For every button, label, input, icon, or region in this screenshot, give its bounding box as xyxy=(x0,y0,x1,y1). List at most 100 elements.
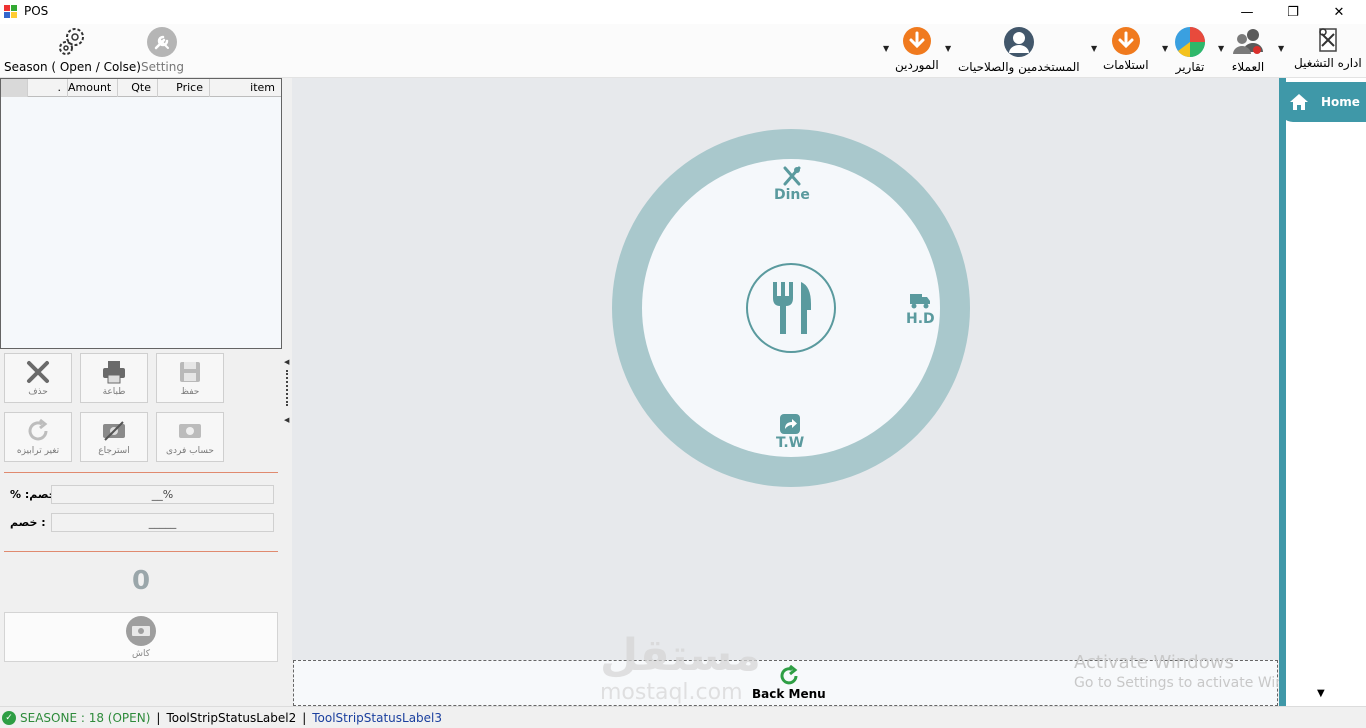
close-button[interactable]: ✕ xyxy=(1316,0,1362,24)
download-arrow-icon xyxy=(902,27,931,55)
suppliers-label: الموردين xyxy=(895,58,939,72)
check-icon: ✓ xyxy=(2,710,16,725)
truck-icon xyxy=(910,294,931,309)
amount-discount-label: خصم : xyxy=(10,516,46,529)
home-tab-label: Home xyxy=(1321,95,1360,109)
grid-col-price[interactable]: Price xyxy=(157,79,209,97)
home-icon xyxy=(1290,94,1308,110)
season-label: Season ( Open / Colse) xyxy=(4,60,141,74)
dine-option[interactable]: Dine xyxy=(774,165,810,203)
divider xyxy=(4,472,278,473)
save-button[interactable]: حفظ xyxy=(156,353,224,403)
percent-discount-label: % :خصم xyxy=(10,488,57,501)
divider xyxy=(4,551,278,552)
fork-spoon-icon xyxy=(783,166,801,186)
customers-label: العملاء xyxy=(1231,60,1265,74)
receipts-label: استلامات xyxy=(1103,58,1149,72)
users-permissions-button[interactable]: المستخدمين والصلاحيات xyxy=(958,26,1080,74)
setting-label: Setting xyxy=(141,60,184,74)
wrench-icon xyxy=(147,27,178,57)
x-icon xyxy=(27,361,49,383)
take-away-option[interactable]: T.W xyxy=(776,413,804,451)
status-separator: | xyxy=(156,710,161,725)
status-label-2: ToolStripStatusLabel2 xyxy=(166,710,297,725)
refund-button[interactable]: استرجاع xyxy=(80,412,148,462)
grid-header: . Amount Qte Price item xyxy=(1,79,281,97)
change-table-button[interactable]: تغير ترابيزه xyxy=(4,412,72,462)
minimize-button[interactable]: — xyxy=(1224,0,1270,24)
splitter-grip[interactable] xyxy=(286,370,288,406)
cash-button[interactable]: كاش xyxy=(4,612,278,662)
share-arrow-icon xyxy=(780,414,801,434)
main-toolbar: Season ( Open / Colse) Setting ▼ الموردي… xyxy=(0,24,1366,78)
users-dropdown-arrow[interactable]: ▼ xyxy=(945,44,951,53)
season-open-close-button[interactable]: Season ( Open / Colse) xyxy=(4,26,141,74)
order-type-inner-circle: Dine H.D T.W xyxy=(642,159,940,457)
suppliers-dropdown-arrow[interactable]: ▼ xyxy=(883,44,889,53)
status-bar: ✓ SEASONE : 18 (OPEN) | ToolStripStatusL… xyxy=(0,706,1366,728)
collapse-left-arrow[interactable]: ◀ xyxy=(284,416,289,424)
refund-label: استرجاع xyxy=(98,446,130,456)
order-panel: . Amount Qte Price item حذف طباعة حفظ تغ… xyxy=(0,78,282,706)
cash-icon xyxy=(126,616,156,646)
title-bar: POS — ❐ ✕ xyxy=(0,0,1366,24)
grid-col-qte[interactable]: Qte xyxy=(117,79,157,97)
panel-splitter[interactable]: ◀ ◀ xyxy=(282,78,292,706)
take-away-label: T.W xyxy=(776,435,805,451)
back-menu-button[interactable]: Back Menu xyxy=(752,665,826,701)
percent-discount-input[interactable]: __% xyxy=(51,485,274,504)
status-separator: | xyxy=(302,710,307,725)
delete-label: حذف xyxy=(28,387,48,397)
home-delivery-label: H.D xyxy=(906,311,935,327)
user-icon xyxy=(1003,27,1034,57)
reports-dropdown-arrow[interactable]: ▼ xyxy=(1162,44,1168,53)
restore-button[interactable]: ❐ xyxy=(1270,0,1316,24)
refresh-icon xyxy=(28,418,48,441)
refresh-icon xyxy=(780,665,798,685)
delete-button[interactable]: حذف xyxy=(4,353,72,403)
users-permissions-label: المستخدمين والصلاحيات xyxy=(958,60,1080,74)
grid-col-dot[interactable]: . xyxy=(27,79,67,97)
order-type-area: Dine H.D T.W xyxy=(292,78,1279,660)
restaurant-logo xyxy=(746,263,836,353)
reports-button[interactable]: تقارير xyxy=(1174,26,1206,74)
grid-col-item[interactable]: item xyxy=(209,79,281,97)
dine-label: Dine xyxy=(774,187,810,203)
home-delivery-option[interactable]: H.D xyxy=(906,289,935,327)
change-table-label: تغير ترابيزه xyxy=(16,446,60,456)
save-icon xyxy=(180,362,200,382)
amount-discount-row: خصم : _____ xyxy=(6,513,276,533)
amount-discount-input[interactable]: _____ xyxy=(51,513,274,532)
operations-management-button[interactable]: اداره التشغيل xyxy=(1294,26,1362,70)
customers-button[interactable]: العملاء xyxy=(1231,26,1265,74)
collapse-left-arrow[interactable]: ◀ xyxy=(284,358,289,366)
receipts-button[interactable]: استلامات xyxy=(1103,26,1149,72)
receipts-dropdown-arrow[interactable]: ▼ xyxy=(1091,44,1097,53)
season-status: SEASONE : 18 (OPEN) xyxy=(20,710,151,725)
operations-management-label: اداره التشغيل xyxy=(1294,56,1362,70)
split-bill-button[interactable]: حساب فردى xyxy=(156,412,224,462)
window-title: POS xyxy=(24,4,49,18)
cash-label: كاش xyxy=(131,649,150,659)
side-nav-edge xyxy=(1279,78,1286,706)
app-icon xyxy=(4,5,17,18)
fork-knife-icon xyxy=(773,282,811,334)
operations-dropdown-arrow[interactable]: ▼ xyxy=(1278,44,1284,53)
customers-dropdown-arrow[interactable]: ▼ xyxy=(1218,44,1224,53)
pie-chart-icon xyxy=(1175,27,1205,57)
watermark-logo: مستقل xyxy=(600,630,761,681)
watermark-url: mostaql.com xyxy=(600,680,743,705)
money-refund-icon xyxy=(103,421,125,441)
users-icon xyxy=(1233,29,1263,54)
setting-button[interactable]: Setting xyxy=(141,26,184,74)
print-button[interactable]: طباعة xyxy=(80,353,148,403)
reports-label: تقارير xyxy=(1175,60,1205,74)
download-arrow-icon xyxy=(1111,27,1140,55)
order-items-grid[interactable]: . Amount Qte Price item xyxy=(0,78,282,349)
home-tab[interactable]: Home xyxy=(1279,82,1366,122)
side-navigation: Home ▼ xyxy=(1279,78,1366,706)
grid-col-amount[interactable]: Amount xyxy=(67,79,117,97)
suppliers-button[interactable]: الموردين xyxy=(895,26,939,72)
scroll-down-arrow[interactable]: ▼ xyxy=(1317,688,1325,699)
printer-icon xyxy=(103,361,125,384)
